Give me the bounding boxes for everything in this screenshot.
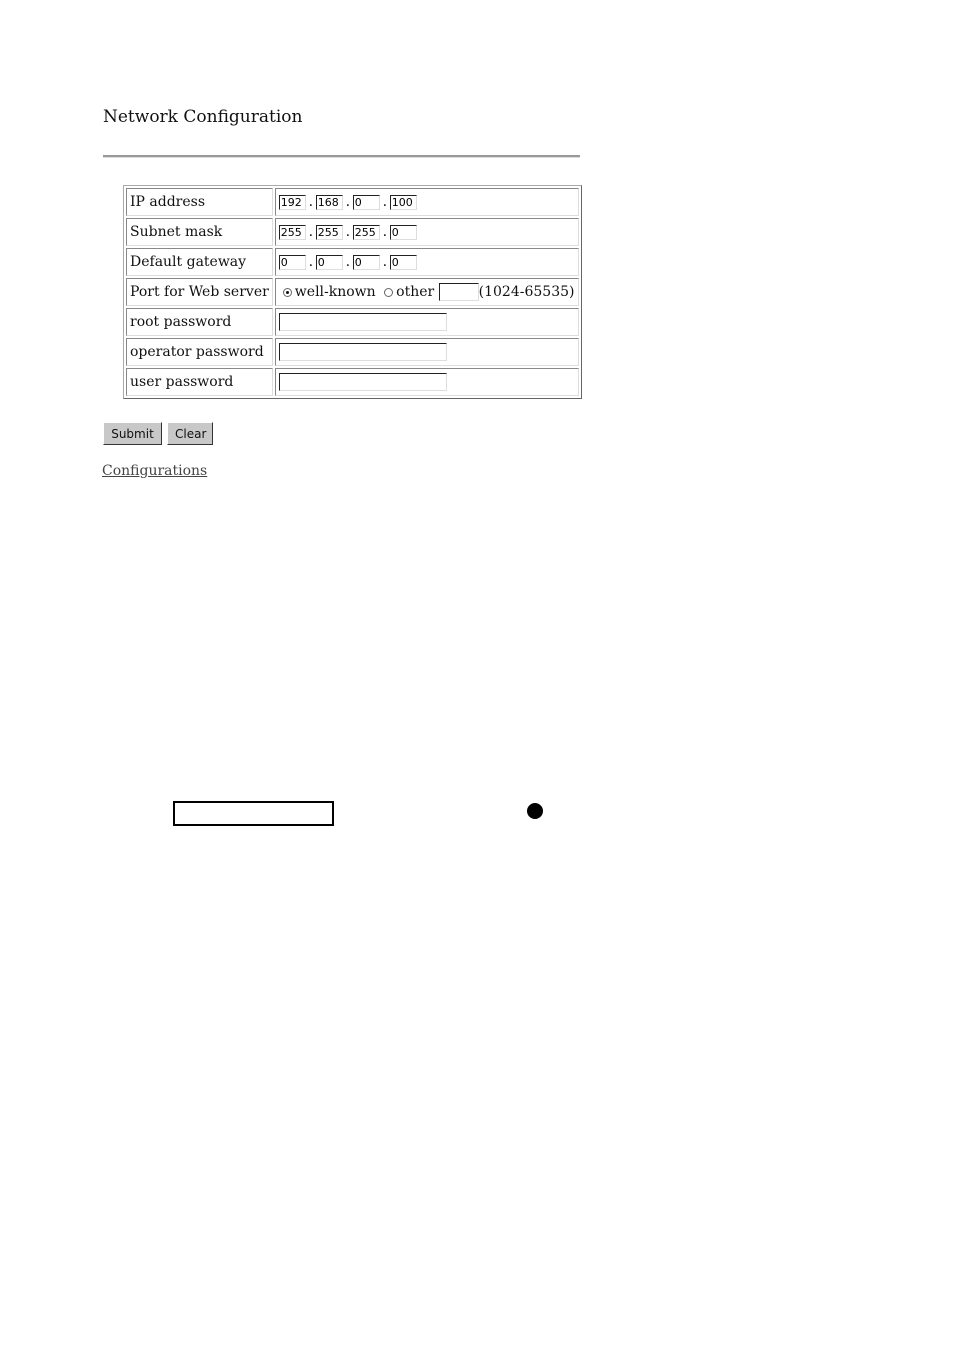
table-row-web-port: Port for Web server well-known other (10… (126, 278, 579, 306)
gateway-octet-2-input[interactable] (315, 254, 343, 270)
other-label: other (396, 284, 435, 300)
table-row-root-password: root password (126, 308, 579, 336)
separator: . (308, 194, 314, 210)
well-known-radio[interactable] (282, 287, 292, 297)
root-password-input[interactable] (278, 313, 447, 331)
table-row-default-gateway: Default gateway ... (126, 248, 579, 276)
empty-outlined-box (173, 801, 334, 826)
table-row-user-password: user password (126, 368, 579, 396)
configurations-link[interactable]: Configurations (102, 463, 207, 479)
table-row-subnet-mask: Subnet mask ... (126, 218, 579, 246)
clear-button[interactable]: Clear (167, 422, 213, 445)
separator: . (382, 194, 388, 210)
subnet-octet-1-input[interactable] (278, 224, 306, 240)
other-radio[interactable] (384, 287, 394, 297)
subnet-octet-2-input[interactable] (315, 224, 343, 240)
page-title: Network Configuration (103, 107, 303, 127)
separator: . (382, 254, 388, 270)
gateway-octet-3-input[interactable] (352, 254, 380, 270)
separator: . (345, 224, 351, 240)
separator: . (308, 254, 314, 270)
user-password-label: user password (126, 368, 273, 396)
ip-octet-4-input[interactable] (389, 194, 417, 210)
subnet-mask-label: Subnet mask (126, 218, 273, 246)
subnet-octet-4-input[interactable] (389, 224, 417, 240)
ip-octet-2-input[interactable] (315, 194, 343, 210)
table-row-ip-address: IP address ... (126, 188, 579, 216)
ip-octet-1-input[interactable] (278, 194, 306, 210)
horizontal-rule (103, 155, 580, 158)
web-port-label: Port for Web server (126, 278, 273, 306)
table-row-operator-password: operator password (126, 338, 579, 366)
port-range-hint: (1024-65535) (478, 284, 575, 300)
gateway-octet-4-input[interactable] (389, 254, 417, 270)
root-password-label: root password (126, 308, 273, 336)
separator: . (345, 194, 351, 210)
other-port-input[interactable] (438, 283, 479, 301)
operator-password-input[interactable] (278, 343, 447, 361)
operator-password-label: operator password (126, 338, 273, 366)
network-config-table: IP address ... Subnet mask ... Default g… (123, 185, 582, 399)
ip-address-label: IP address (126, 188, 273, 216)
separator: . (345, 254, 351, 270)
separator: . (382, 224, 388, 240)
subnet-octet-3-input[interactable] (352, 224, 380, 240)
submit-button[interactable]: Submit (103, 422, 162, 445)
default-gateway-label: Default gateway (126, 248, 273, 276)
user-password-input[interactable] (278, 373, 447, 391)
bullet-dot-icon (527, 803, 543, 819)
ip-octet-3-input[interactable] (352, 194, 380, 210)
separator: . (308, 224, 314, 240)
well-known-label: well-known (294, 284, 376, 300)
gateway-octet-1-input[interactable] (278, 254, 306, 270)
